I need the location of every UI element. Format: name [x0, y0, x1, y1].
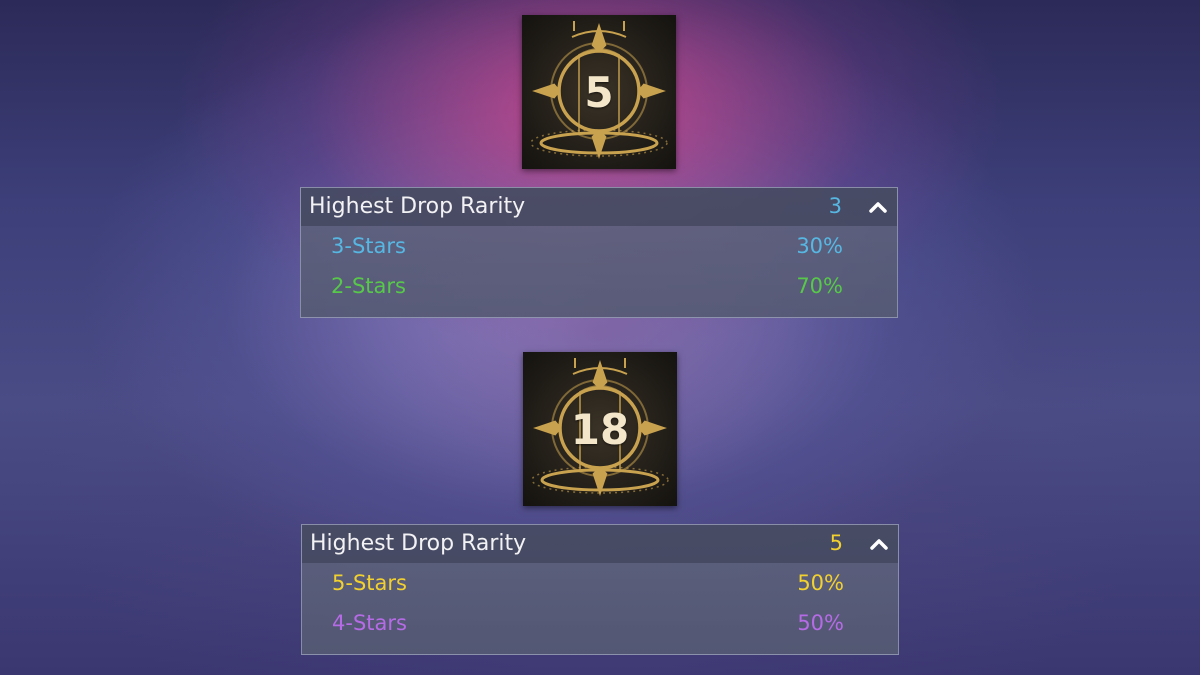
rarity-label: 4-Stars	[332, 611, 407, 635]
rarity-row: 2-Stars 70%	[301, 269, 897, 305]
rarity-percent: 50%	[797, 571, 844, 595]
rarity-percent: 50%	[797, 611, 844, 635]
level-emblem: 5	[522, 15, 676, 169]
chevron-up-icon[interactable]	[868, 533, 890, 555]
panel-title: Highest Drop Rarity	[310, 531, 527, 556]
rarity-row: 3-Stars 30%	[301, 229, 897, 265]
rarity-row: 4-Stars 50%	[302, 606, 898, 642]
level-emblem: 18	[523, 352, 677, 506]
highest-rarity-value: 5	[829, 531, 843, 555]
rarity-row: 5-Stars 50%	[302, 566, 898, 602]
rarity-percent: 30%	[796, 234, 843, 258]
rarity-percent: 70%	[796, 274, 843, 298]
level-number: 5	[584, 67, 614, 117]
rarity-label: 5-Stars	[332, 571, 407, 595]
rarity-label: 3-Stars	[331, 234, 406, 258]
panel-title: Highest Drop Rarity	[309, 194, 526, 219]
drop-rarity-panel: Highest Drop Rarity 5 5-Stars 50% 4-Star…	[301, 524, 899, 655]
chevron-up-icon[interactable]	[867, 196, 889, 218]
rarity-label: 2-Stars	[331, 274, 406, 298]
level-number: 18	[570, 404, 630, 454]
highest-rarity-value: 3	[828, 194, 842, 218]
drop-rarity-panel: Highest Drop Rarity 3 3-Stars 30% 2-Star…	[300, 187, 898, 318]
